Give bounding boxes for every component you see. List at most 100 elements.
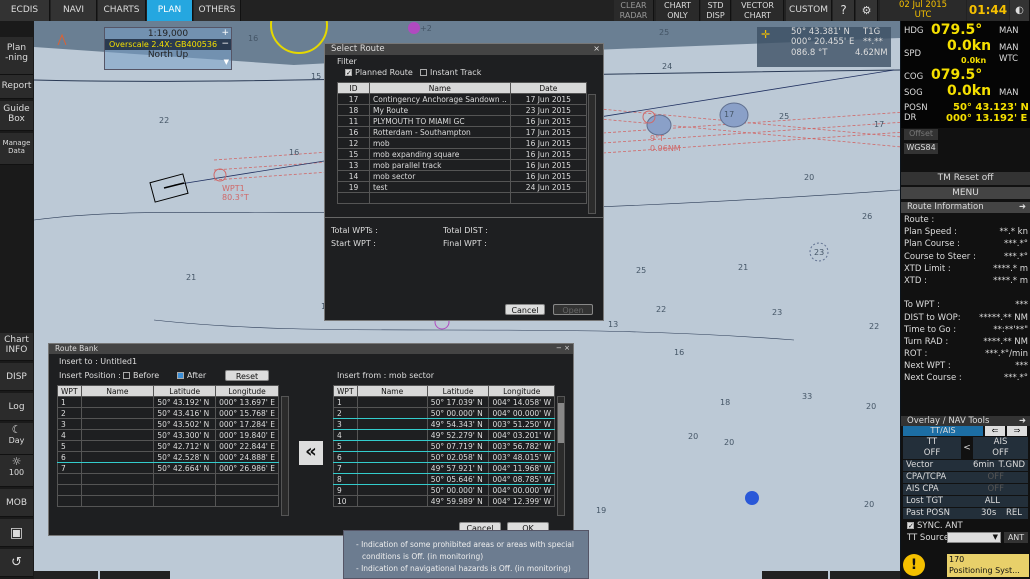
table-row[interactable]: 3 50° 43.502' N 000° 17.284' E xyxy=(57,418,279,430)
tab-others[interactable]: OTHERS xyxy=(194,0,241,21)
report-button[interactable]: Report xyxy=(0,75,33,99)
after-checkbox[interactable]: After xyxy=(177,371,206,380)
cpa-tcpa-row[interactable]: CPA/TCPA OFF xyxy=(903,472,1028,483)
cancel-button[interactable]: Cancel xyxy=(505,304,545,315)
table-row[interactable]: 11 PLYMOUTH TO MIAMI GC 16 Jun 2015 xyxy=(337,115,588,127)
camera-icon[interactable]: ▣ xyxy=(0,519,33,547)
table-row[interactable]: 1 50° 43.192' N 000° 13.697' E xyxy=(57,396,279,408)
tt-toggle[interactable]: TT OFF xyxy=(903,437,961,459)
custom-button[interactable]: CUSTOM xyxy=(786,0,832,21)
planning-button[interactable]: Plan -ning xyxy=(0,37,33,75)
tab-navi[interactable]: NAVI xyxy=(51,0,97,21)
table-row[interactable]: 12 mob 16 Jun 2015 xyxy=(337,137,588,149)
table-row[interactable] xyxy=(57,484,279,496)
vector-row[interactable]: Vector 6min T.GND xyxy=(903,460,1028,471)
undo-icon[interactable]: ↺ xyxy=(0,549,33,577)
past-posn-row[interactable]: Past POSN 30s REL xyxy=(903,508,1028,519)
manage-data-button[interactable]: Manage Data xyxy=(0,133,33,165)
day-night-button[interactable]: ☾ Day xyxy=(0,423,33,455)
lost-tgt-row[interactable]: Lost TGT ALL xyxy=(903,496,1028,507)
table-row[interactable]: 3 49° 54.343' N 003° 51.250' W xyxy=(333,418,555,430)
arrow-right-icon[interactable]: ⇒ xyxy=(1007,426,1027,436)
table-row[interactable]: 4 49° 52.279' N 004° 03.201' W xyxy=(333,429,555,441)
tab-plan[interactable]: PLAN xyxy=(147,0,193,21)
chart-info-button[interactable]: Chart INFO xyxy=(0,333,33,361)
right-scrollbar[interactable] xyxy=(557,396,565,516)
table-row[interactable]: 7 49° 57.921' N 004° 11.968' W xyxy=(333,462,555,474)
table-row[interactable]: 10 49° 59.989' N 004° 12.399' W xyxy=(333,495,555,507)
menu-button[interactable]: MENU xyxy=(901,187,1030,199)
table-row[interactable]: 14 mob sector 16 Jun 2015 xyxy=(337,170,588,182)
log-button[interactable]: Log xyxy=(0,393,33,421)
brightness-button[interactable]: ☼ 100 xyxy=(0,455,33,487)
table-row[interactable] xyxy=(337,192,588,204)
table-row[interactable]: 2 50° 00.000' N 004° 00.000' W xyxy=(333,407,555,419)
guidebox-button[interactable]: Guide Box xyxy=(0,101,33,131)
table-row[interactable]: 4 50° 43.300' N 000° 19.840' E xyxy=(57,429,279,441)
disp-button[interactable]: DISP xyxy=(0,363,33,391)
bottom-tab[interactable] xyxy=(34,571,98,579)
arrow-left-icon[interactable]: ⇐ xyxy=(985,426,1005,436)
open-button[interactable]: Open xyxy=(553,304,593,315)
transfer-button[interactable]: « xyxy=(299,441,323,465)
col-id[interactable]: ID xyxy=(337,82,370,94)
close-icon[interactable]: − × xyxy=(556,344,570,352)
scale-value[interactable]: 1:19,000 xyxy=(105,29,231,39)
table-row[interactable]: 2 50° 43.416' N 000° 15.768' E xyxy=(57,407,279,419)
vector-chart-button[interactable]: VECTOR CHART xyxy=(732,0,784,21)
route-list-scrollbar[interactable] xyxy=(588,94,596,214)
clear-radar-button[interactable]: CLEAR RADAR xyxy=(614,0,654,21)
zoom-in-icon[interactable]: + xyxy=(221,28,229,38)
table-row[interactable]: 15 mob expanding square 16 Jun 2015 xyxy=(337,148,588,160)
tt-ais-tab[interactable]: TT/AIS xyxy=(903,426,983,436)
tab-ecdis[interactable]: ECDIS xyxy=(0,0,50,21)
alarm-box[interactable]: 170 Positioning Syst... xyxy=(947,554,1029,577)
planned-route-checkbox[interactable]: ✓ Planned Route xyxy=(345,68,413,77)
reset-button[interactable]: Reset xyxy=(225,370,269,381)
before-checkbox[interactable]: Before xyxy=(123,371,159,380)
table-row[interactable] xyxy=(57,495,279,507)
sync-ant-checkbox[interactable]: ✓ SYNC. ANT xyxy=(907,521,963,531)
mob-button[interactable]: MOB xyxy=(0,489,33,517)
arrow-right-icon[interactable]: ➜ xyxy=(1019,416,1026,426)
table-row[interactable]: 5 50° 07.719' N 003° 56.782' W xyxy=(333,440,555,452)
tab-charts[interactable]: CHARTS xyxy=(98,0,146,21)
scrollbar-thumb[interactable] xyxy=(558,403,564,443)
table-row[interactable]: 18 My Route 23 Jun 2015 xyxy=(337,104,588,116)
help-icon[interactable]: ? xyxy=(833,0,855,21)
chart-only-button[interactable]: CHART ONLY xyxy=(656,0,700,21)
brightness-icon[interactable]: ◐ xyxy=(1010,0,1030,21)
table-row[interactable]: 7 50° 42.664' N 000° 26.986' E xyxy=(57,462,279,474)
chevron-down-icon[interactable]: ▼ xyxy=(224,58,229,66)
table-row[interactable]: 8 50° 05.646' N 004° 08.785' W xyxy=(333,473,555,485)
ais-cpa-row[interactable]: AIS CPA OFF xyxy=(903,484,1028,495)
table-row[interactable]: 6 50° 02.058' N 003° 48.015' W xyxy=(333,451,555,463)
ant-button[interactable]: ANT xyxy=(1004,532,1028,543)
col-name[interactable]: Name xyxy=(369,82,511,94)
close-icon[interactable]: × xyxy=(593,44,600,53)
arrow-right-icon[interactable]: ➜ xyxy=(1019,202,1026,213)
satellite-icon[interactable]: ⚙ xyxy=(856,0,878,21)
std-disp-button[interactable]: STD DISP xyxy=(701,0,731,21)
table-row[interactable]: 5 50° 42.712' N 000° 22.844' E xyxy=(57,440,279,452)
tt-source-select[interactable]: ▼ xyxy=(947,532,1001,543)
table-row[interactable]: 1 50° 17.039' N 004° 14.058' W xyxy=(333,396,555,408)
table-row[interactable]: 9 50° 00.000' N 004° 00.000' W xyxy=(333,484,555,496)
table-row[interactable]: 16 Rotterdam - Southampton 17 Jun 2015 xyxy=(337,126,588,138)
offset-button[interactable]: Offset xyxy=(904,129,938,140)
table-row[interactable] xyxy=(57,473,279,485)
table-row[interactable]: 17 Contingency Anchorage Sandown .. 17 Jun… xyxy=(337,93,588,105)
instant-track-checkbox[interactable]: Instant Track xyxy=(420,68,481,77)
ais-toggle[interactable]: AIS OFF xyxy=(973,437,1028,459)
left-scrollbar[interactable] xyxy=(281,396,289,516)
orientation-mode[interactable]: North Up xyxy=(105,50,231,60)
alert-icon[interactable]: ! xyxy=(903,554,925,576)
table-row[interactable]: 13 mob parallel track 16 Jun 2015 xyxy=(337,159,588,171)
datum-display[interactable]: WGS84 xyxy=(904,143,938,154)
zoom-out-icon[interactable]: − xyxy=(221,39,229,49)
bottom-tab[interactable] xyxy=(100,571,170,579)
col-date[interactable]: Date xyxy=(509,82,588,94)
bottom-tab[interactable] xyxy=(830,571,900,579)
bottom-tab[interactable] xyxy=(762,571,828,579)
table-row[interactable]: 19 test 24 Jun 2015 xyxy=(337,181,588,193)
